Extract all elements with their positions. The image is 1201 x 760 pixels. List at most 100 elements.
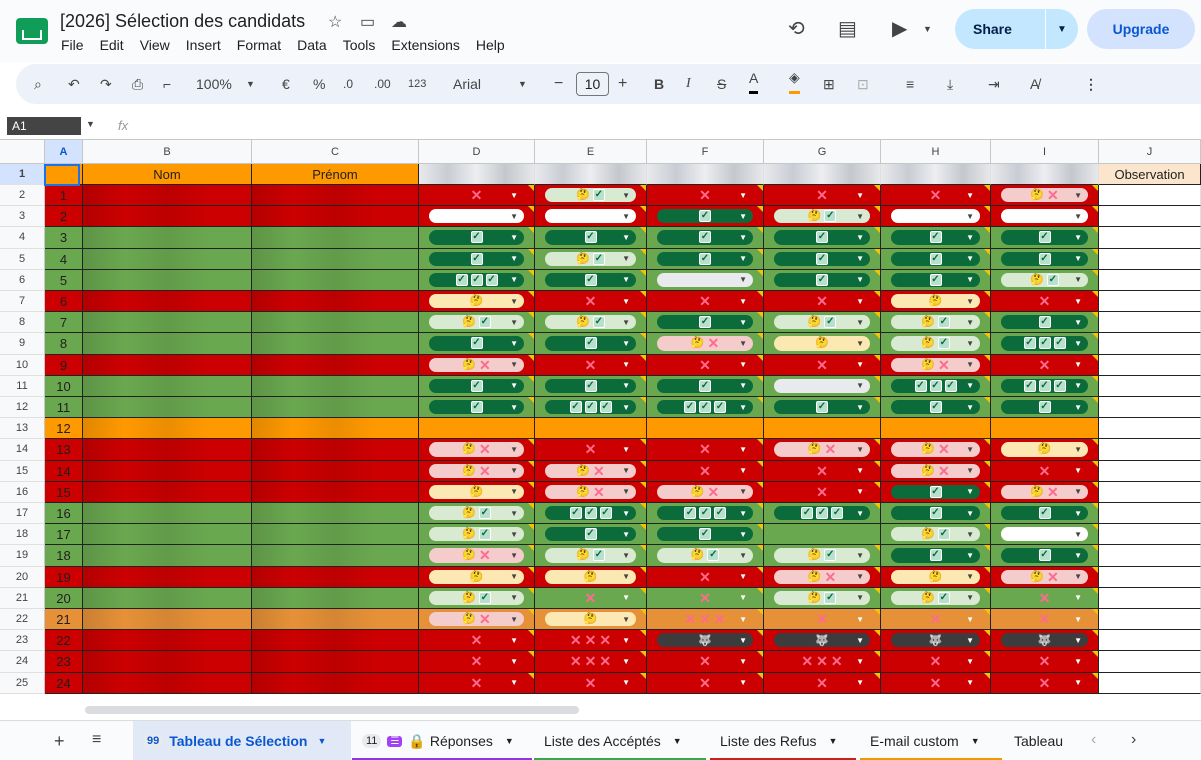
status-dropdown-chip[interactable]: 🤔 ✕ ▼ [891, 357, 980, 372]
decision-cell[interactable]: 🤔 ✓ ▼ [419, 312, 535, 334]
status-dropdown-chip[interactable]: ✓ ▼ [545, 336, 636, 351]
decision-cell[interactable]: 🐺 ▼ [991, 630, 1099, 652]
status-dropdown-chip[interactable]: 🤔 ✕ ▼ [429, 548, 524, 563]
decision-cell[interactable]: 🤔 ▼ [881, 291, 991, 313]
status-dropdown-chip[interactable]: ✓ ✓ ✓ ▼ [657, 400, 753, 415]
status-dropdown-chip[interactable]: ✕ ▼ [774, 485, 870, 499]
status-dropdown-chip[interactable]: ✓ ▼ [429, 251, 524, 266]
row-header-14[interactable]: 14 [0, 439, 45, 461]
decision-cell[interactable]: ✓ ✓ ✓ ▼ [764, 503, 881, 525]
status-dropdown-chip[interactable]: ✓ ▼ [774, 400, 870, 415]
status-dropdown-chip[interactable]: 🤔 ✓ ▼ [774, 315, 870, 330]
decision-cell[interactable]: 🤔 ✕ ▼ [535, 460, 647, 482]
status-dropdown-chip[interactable]: ✓ ▼ [545, 527, 636, 542]
observation-cell[interactable] [1099, 185, 1201, 207]
row-id-cell[interactable]: 11 [45, 397, 83, 419]
decision-cell[interactable]: 🤔 ✕ ▼ [991, 481, 1099, 503]
decision-cell[interactable]: ✓ ▼ [881, 503, 991, 525]
row-id-cell[interactable]: 24 [45, 672, 83, 694]
observation-cell[interactable] [1099, 291, 1201, 313]
decision-cell[interactable]: 🤔 ✕ ▼ [991, 566, 1099, 588]
decision-cell[interactable]: ✓ ▼ [764, 397, 881, 419]
row-id-cell[interactable]: 4 [45, 248, 83, 270]
status-dropdown-chip[interactable]: ✓ ▼ [657, 315, 753, 330]
status-dropdown-chip[interactable]: ✓ ✓ ✓ ▼ [1001, 336, 1088, 351]
decision-cell[interactable]: 🐺 ▼ [881, 630, 991, 652]
decision-cell[interactable]: ✓ ▼ [647, 312, 764, 334]
menu-format[interactable]: Format [237, 37, 281, 53]
column-header-h[interactable]: H [881, 140, 991, 164]
status-dropdown-chip[interactable]: ✓ ▼ [891, 506, 980, 521]
status-dropdown-chip[interactable]: ✓ ▼ [545, 272, 636, 287]
decision-cell[interactable]: 🤔 ✕ ▼ [535, 481, 647, 503]
decision-cell[interactable]: ✕ ▼ [764, 460, 881, 482]
bold-icon[interactable]: B [654, 64, 664, 104]
decision-cell[interactable]: ✕ ▼ [535, 354, 647, 376]
decision-cell[interactable]: ✕ ▼ [764, 354, 881, 376]
status-dropdown-chip[interactable]: ▼ [429, 209, 524, 224]
observation-cell[interactable] [1099, 481, 1201, 503]
status-dropdown-chip[interactable]: 🤔 ✕ ▼ [891, 442, 980, 457]
status-dropdown-chip[interactable]: ✕ ▼ [545, 442, 636, 456]
decision-cell[interactable]: ✓ ▼ [991, 227, 1099, 249]
status-dropdown-chip[interactable]: ✕ ▼ [774, 294, 870, 308]
decision-cell[interactable]: ✓ ▼ [881, 269, 991, 291]
status-dropdown-chip[interactable]: ✓ ▼ [891, 251, 980, 266]
status-dropdown-chip[interactable]: ✓ ▼ [1001, 251, 1088, 266]
row-id-cell[interactable]: 21 [45, 609, 83, 631]
status-dropdown-chip[interactable]: ✓ ▼ [657, 251, 753, 266]
decision-cell[interactable]: 🤔 ✓ ▼ [535, 185, 647, 207]
decision-cell[interactable]: ▼ [991, 524, 1099, 546]
status-dropdown-chip[interactable]: 🤔 ✕ ▼ [774, 442, 870, 457]
status-dropdown-chip[interactable]: ✕ ✕ ✕ ▼ [545, 633, 636, 647]
decision-cell[interactable]: 🤔 ▼ [419, 566, 535, 588]
status-dropdown-chip[interactable]: ✓ ▼ [545, 230, 636, 245]
decision-cell[interactable]: 🤔 ✓ ▼ [647, 545, 764, 567]
status-dropdown-chip[interactable]: ✕ ▼ [545, 676, 636, 690]
menu-help[interactable]: Help [476, 37, 505, 53]
share-label[interactable]: Share [955, 21, 1045, 37]
row-id-cell[interactable]: 22 [45, 630, 83, 652]
status-dropdown-chip[interactable]: ✓ ✓ ✓ ▼ [1001, 378, 1088, 393]
sheet-tab-refus[interactable]: Liste des Refus ▼ [710, 721, 856, 760]
status-dropdown-chip[interactable]: ✕ ▼ [657, 570, 753, 584]
zoom-dropdown-icon[interactable]: ▼ [246, 64, 255, 104]
status-dropdown-chip[interactable]: ✕ ▼ [657, 442, 753, 456]
redo-icon[interactable]: ↷ [100, 64, 112, 104]
status-dropdown-chip[interactable]: ✕ ▼ [429, 654, 524, 668]
decision-cell[interactable]: ✕ ▼ [535, 439, 647, 461]
upgrade-button[interactable]: Upgrade [1087, 9, 1195, 49]
decision-cell[interactable]: ✓ ▼ [535, 524, 647, 546]
status-dropdown-chip[interactable]: ✕ ▼ [891, 676, 980, 690]
status-dropdown-chip[interactable]: ✓ ▼ [429, 230, 524, 245]
status-dropdown-chip[interactable]: ✕ ▼ [891, 188, 980, 202]
decision-cell[interactable] [764, 418, 881, 440]
status-dropdown-chip[interactable]: 🤔 ✕ ▼ [657, 336, 753, 351]
status-dropdown-chip[interactable]: ✓ ▼ [545, 378, 636, 393]
status-dropdown-chip[interactable]: ✕ ▼ [774, 612, 870, 626]
decision-cell[interactable]: 🤔 ✕ ▼ [764, 566, 881, 588]
status-dropdown-chip[interactable]: 🤔 ✕ ▼ [1001, 569, 1088, 584]
row-header-3[interactable]: 3 [0, 206, 45, 228]
decision-cell[interactable]: ✕ ▼ [647, 460, 764, 482]
observation-cell[interactable] [1099, 312, 1201, 334]
row-id-cell[interactable]: 1 [45, 185, 83, 207]
row-header-16[interactable]: 16 [0, 481, 45, 503]
decision-cell[interactable]: ✕ ▼ [647, 651, 764, 673]
row-header-6[interactable]: 6 [0, 269, 45, 291]
status-dropdown-chip[interactable]: ▼ [774, 378, 870, 393]
decision-cell[interactable]: ✕ ▼ [419, 185, 535, 207]
status-dropdown-chip[interactable]: ✕ ▼ [657, 464, 753, 478]
font-dropdown-icon[interactable]: ▼ [518, 64, 527, 104]
decision-cell[interactable]: ✕ ▼ [419, 630, 535, 652]
decision-cell[interactable]: 🤔 ✕ ▼ [647, 481, 764, 503]
status-dropdown-chip[interactable]: 🤔 ✓ ▼ [774, 548, 870, 563]
decision-cell[interactable]: 🤔 ✓ ▼ [764, 206, 881, 228]
decision-cell[interactable]: ✕ ▼ [881, 651, 991, 673]
status-dropdown-chip[interactable]: ✓ ▼ [1001, 400, 1088, 415]
decision-cell[interactable]: 🤔 ✓ ▼ [764, 587, 881, 609]
decision-cell[interactable]: ✕ ▼ [764, 481, 881, 503]
row-id-cell[interactable]: 5 [45, 269, 83, 291]
status-dropdown-chip[interactable]: 🤔 ✕ ▼ [657, 484, 753, 499]
status-dropdown-chip[interactable]: 🤔 ✓ ▼ [1001, 272, 1088, 287]
